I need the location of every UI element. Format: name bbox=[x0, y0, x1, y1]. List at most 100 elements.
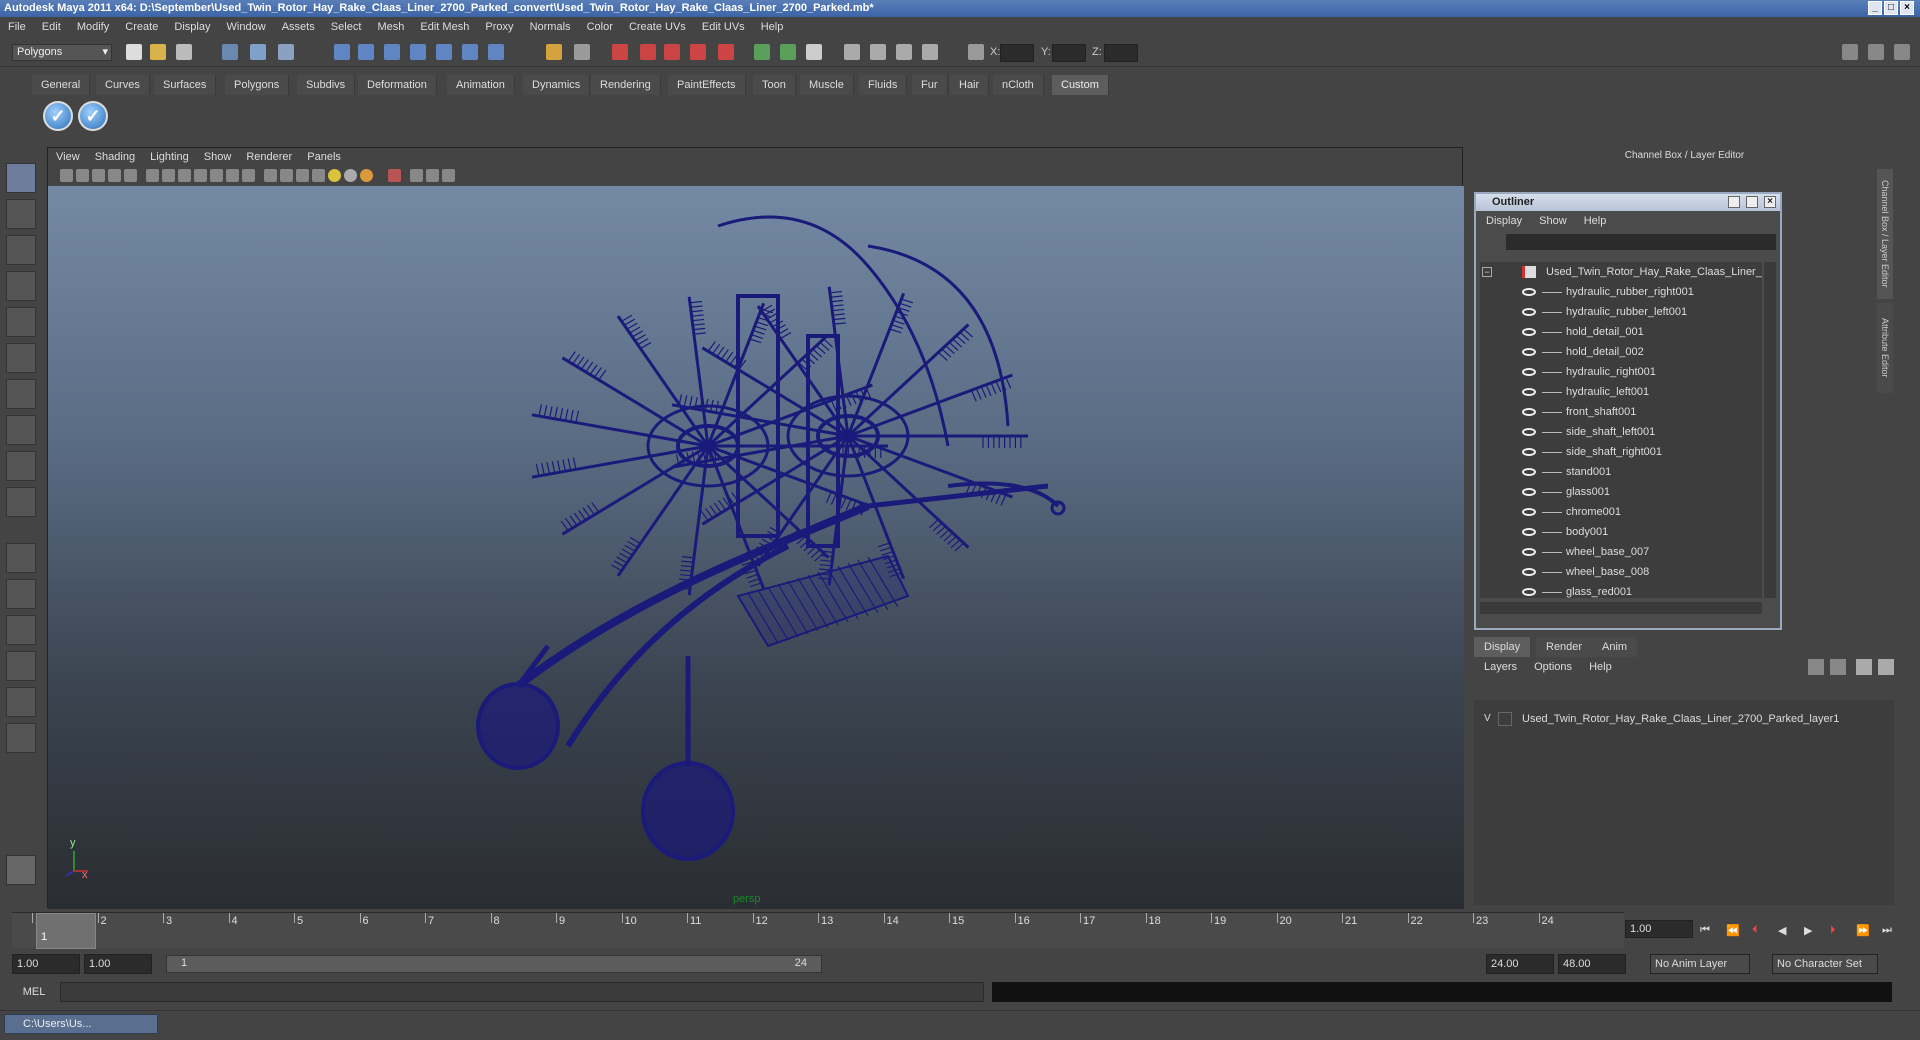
outliner-item[interactable]: front_shaft001 bbox=[1480, 402, 1762, 422]
outliner-item[interactable]: hydraulic_right001 bbox=[1480, 362, 1762, 382]
snap-curve-icon[interactable] bbox=[358, 44, 374, 60]
character-set-select[interactable]: No Character Set bbox=[1772, 954, 1878, 974]
layer-visibility-toggle[interactable]: V bbox=[1484, 710, 1491, 728]
tab-animation[interactable]: Animation bbox=[447, 75, 515, 95]
go-to-start-icon[interactable]: ⏮ bbox=[1700, 924, 1714, 936]
outliner-maximize-button[interactable] bbox=[1746, 196, 1758, 208]
camera-attributes-icon[interactable] bbox=[76, 169, 89, 182]
brush-icon[interactable] bbox=[6, 855, 36, 885]
menu-normals[interactable]: Normals bbox=[530, 21, 571, 33]
outliner-item[interactable]: glass_red001 bbox=[1480, 582, 1762, 602]
frame-icon[interactable] bbox=[922, 44, 938, 60]
make-live-icon[interactable] bbox=[436, 44, 452, 60]
layer-menu-help[interactable]: Help bbox=[1589, 661, 1612, 673]
render-frame-icon[interactable] bbox=[640, 44, 656, 60]
save-scene-icon[interactable] bbox=[176, 44, 192, 60]
outliner-item[interactable]: hold_detail_002 bbox=[1480, 342, 1762, 362]
range-bar[interactable]: 1 24 bbox=[166, 955, 822, 973]
outliner-item[interactable]: side_shaft_right001 bbox=[1480, 442, 1762, 462]
construction-history-icon[interactable] bbox=[574, 44, 590, 60]
xray-icon[interactable] bbox=[410, 169, 423, 182]
anim-layer-select[interactable]: No Anim Layer bbox=[1650, 954, 1750, 974]
resolution-gate-icon[interactable] bbox=[162, 169, 175, 182]
playback-start-field[interactable]: 1.00 bbox=[84, 954, 152, 974]
tab-render-layers[interactable]: Render bbox=[1536, 637, 1593, 657]
shadows-icon[interactable] bbox=[360, 169, 373, 182]
wireframe-on-shaded-icon[interactable] bbox=[296, 169, 309, 182]
transform-mode-icon[interactable] bbox=[968, 44, 984, 60]
layer-row[interactable]: V Used_Twin_Rotor_Hay_Rake_Claas_Liner_2… bbox=[1474, 710, 1894, 728]
command-input[interactable] bbox=[60, 982, 984, 1002]
tab-fur[interactable]: Fur bbox=[912, 75, 948, 95]
animation-start-field[interactable]: 1.00 bbox=[12, 954, 80, 974]
snap-grid-icon[interactable] bbox=[334, 44, 350, 60]
viewport-menu-view[interactable]: View bbox=[56, 151, 80, 163]
collapse-icon[interactable]: − bbox=[1482, 267, 1492, 277]
outliner-root-item[interactable]: − Used_Twin_Rotor_Hay_Rake_Claas_Liner_2 bbox=[1480, 262, 1762, 282]
paint-select-tool-icon[interactable] bbox=[6, 235, 36, 265]
hypershade-icon[interactable] bbox=[718, 44, 734, 60]
new-scene-icon[interactable] bbox=[126, 44, 142, 60]
bookmark-icon[interactable] bbox=[92, 169, 105, 182]
menu-set-select[interactable]: Polygons ▾ bbox=[12, 44, 112, 61]
outliner-item[interactable]: glass001 bbox=[1480, 482, 1762, 502]
camera-icon[interactable] bbox=[844, 44, 860, 60]
menu-edit[interactable]: Edit bbox=[42, 21, 61, 33]
question-icon[interactable] bbox=[488, 44, 504, 60]
safe-action-icon[interactable] bbox=[210, 169, 223, 182]
input-line-icon[interactable] bbox=[754, 44, 770, 60]
taskbar-item[interactable]: C:\Users\Us... bbox=[4, 1014, 158, 1034]
layer-menu-layers[interactable]: Layers bbox=[1484, 661, 1517, 673]
tab-deformation[interactable]: Deformation bbox=[358, 75, 437, 95]
minimize-button[interactable]: _ bbox=[1868, 1, 1882, 15]
menu-color[interactable]: Color bbox=[587, 21, 613, 33]
lock-icon[interactable] bbox=[546, 44, 562, 60]
outliner-menu-display[interactable]: Display bbox=[1486, 215, 1522, 227]
outliner-menu-help[interactable]: Help bbox=[1584, 215, 1607, 227]
viewport-menu-show[interactable]: Show bbox=[204, 151, 232, 163]
menu-create-uvs[interactable]: Create UVs bbox=[629, 21, 686, 33]
playback-end-field[interactable]: 24.00 bbox=[1486, 954, 1554, 974]
rename-icon[interactable] bbox=[780, 44, 796, 60]
menu-file[interactable]: File bbox=[8, 21, 26, 33]
outliner-layout-icon[interactable] bbox=[6, 615, 36, 645]
history-icon[interactable] bbox=[462, 44, 478, 60]
view-icon[interactable] bbox=[870, 44, 886, 60]
camera-select-icon[interactable] bbox=[60, 169, 73, 182]
toggle-attribute-editor-icon[interactable] bbox=[1842, 44, 1858, 60]
select-tool-icon[interactable] bbox=[6, 163, 36, 193]
viewport-canvas[interactable]: y x persp bbox=[48, 186, 1464, 909]
viewport-menu-shading[interactable]: Shading bbox=[95, 151, 135, 163]
outliner-item[interactable]: side_shaft_left001 bbox=[1480, 422, 1762, 442]
select-object-icon[interactable] bbox=[250, 44, 266, 60]
check-icon[interactable]: ✓ bbox=[43, 101, 73, 131]
safe-title-icon[interactable] bbox=[226, 169, 239, 182]
snap-point-icon[interactable] bbox=[384, 44, 400, 60]
tab-anim-layers[interactable]: Anim bbox=[1592, 637, 1638, 657]
smooth-shade-icon[interactable] bbox=[280, 169, 293, 182]
field-chart-icon[interactable] bbox=[194, 169, 207, 182]
manipulator-tool-icon[interactable] bbox=[6, 379, 36, 409]
viewport-menu-panels[interactable]: Panels bbox=[307, 151, 341, 163]
step-forward-icon[interactable]: ⏩ bbox=[1856, 924, 1870, 937]
outliner-item[interactable]: body001 bbox=[1480, 522, 1762, 542]
menu-window[interactable]: Window bbox=[227, 21, 266, 33]
close-button[interactable]: × bbox=[1900, 1, 1914, 15]
current-time-indicator[interactable]: 1 bbox=[36, 913, 96, 949]
render-camera-icon[interactable] bbox=[896, 44, 912, 60]
open-scene-icon[interactable] bbox=[150, 44, 166, 60]
tab-muscle[interactable]: Muscle bbox=[800, 75, 854, 95]
layer-visibility-icon[interactable] bbox=[1878, 659, 1894, 675]
clipboard-icon[interactable] bbox=[806, 44, 822, 60]
play-forwards-icon[interactable]: ▶ bbox=[1804, 924, 1818, 937]
render-settings-icon[interactable] bbox=[690, 44, 706, 60]
rotate-tool-icon[interactable] bbox=[6, 307, 36, 337]
select-component-icon[interactable] bbox=[278, 44, 294, 60]
last-tool-icon[interactable] bbox=[6, 487, 36, 517]
check-icon[interactable]: ✓ bbox=[78, 101, 108, 131]
xray-joints-icon[interactable] bbox=[426, 169, 439, 182]
menu-create[interactable]: Create bbox=[125, 21, 158, 33]
single-perspective-layout-icon[interactable] bbox=[6, 543, 36, 573]
outliner-item[interactable]: wheel_base_007 bbox=[1480, 542, 1762, 562]
outliner-item[interactable]: stand001 bbox=[1480, 462, 1762, 482]
